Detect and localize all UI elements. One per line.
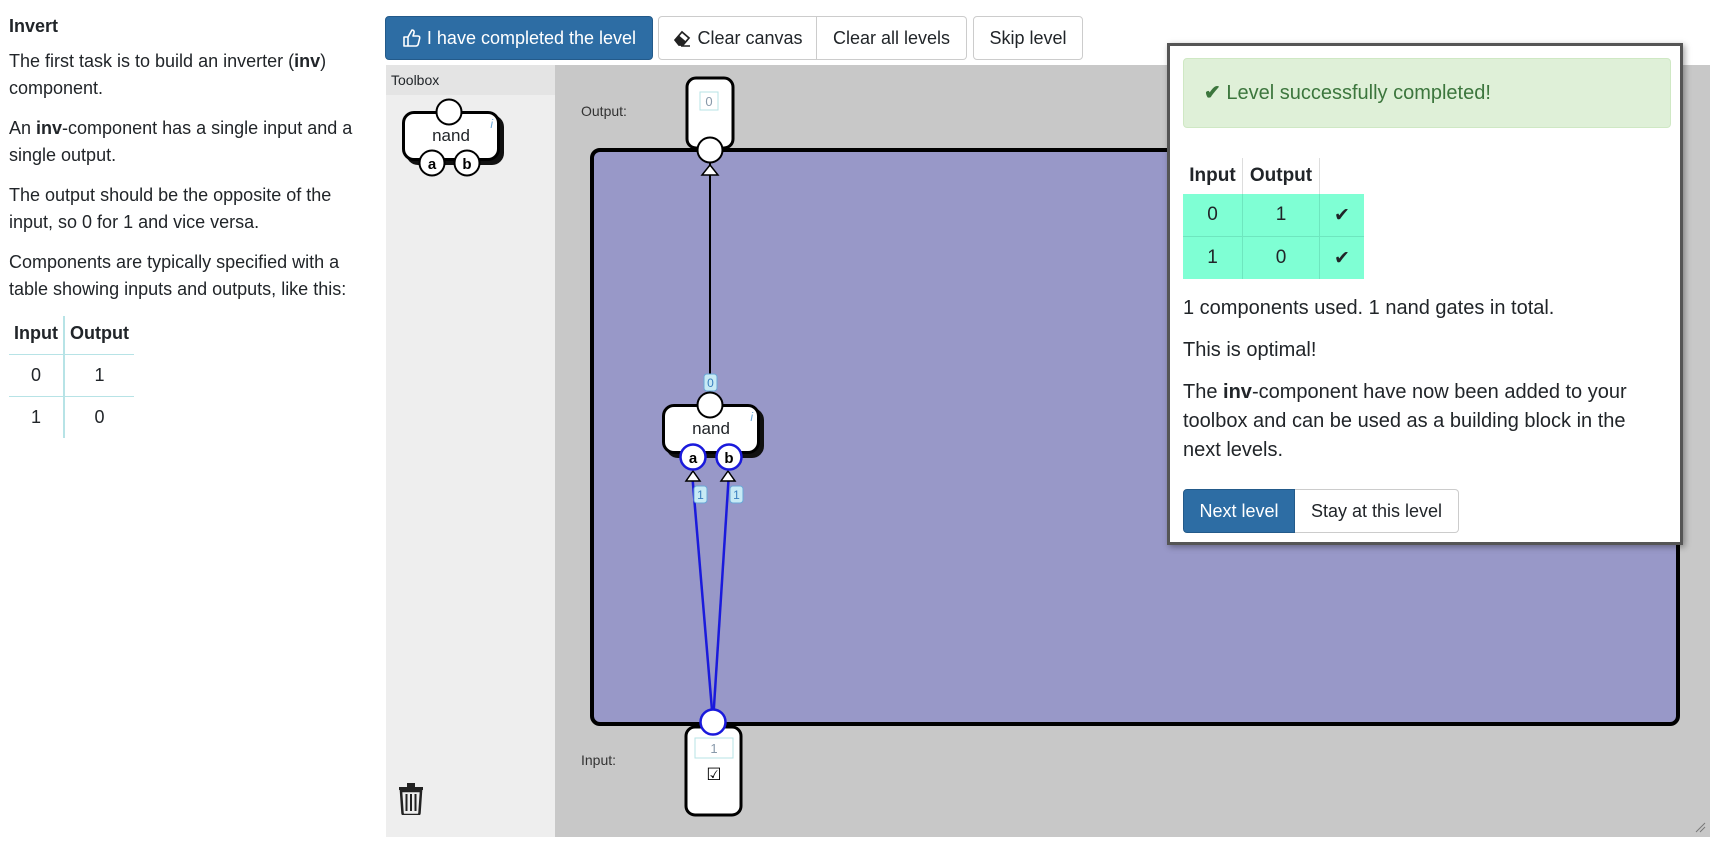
stats-text: 1 components used. 1 nand gates in total… [1183, 297, 1555, 319]
completed-level-button[interactable]: I have completed the level [385, 16, 653, 60]
truth-table-header-output: Output [62, 316, 134, 355]
checkmark-icon: ✔ [1319, 236, 1364, 279]
result-header-input: Input [1183, 158, 1243, 194]
table-cell: 1 [30, 407, 41, 427]
added-text-part: The [1183, 381, 1224, 403]
table-cell: 0 [30, 365, 41, 385]
clear-all-levels-label: Clear all levels [832, 27, 951, 48]
truth-table-header: Input Output [9, 316, 134, 355]
truth-table: Input Output 0 1 1 0 [9, 316, 134, 438]
output-value: 0 [705, 94, 712, 109]
toolbox: Toolbox nand i a b [386, 65, 555, 837]
lesson-title: Invert [9, 16, 59, 36]
table-cell: 0 [62, 396, 134, 438]
checkmark-icon: ✔ [1319, 194, 1364, 237]
toolbox-gate-pins: a b [418, 98, 481, 177]
output-pin[interactable] [435, 98, 463, 126]
trash-icon[interactable] [398, 783, 424, 815]
lesson-bold-text: inv [294, 51, 321, 71]
clear-all-levels-button[interactable]: Clear all levels [817, 16, 967, 60]
level-complete-dialog: ✔ Level successfully completed! Input Ou… [1167, 43, 1683, 545]
completed-level-label: I have completed the level [426, 27, 637, 48]
pin-a-label: a [428, 156, 437, 173]
input-toggle-checkbox[interactable]: ☑ [706, 765, 721, 785]
table-row: 0 1 [9, 354, 134, 397]
lesson-paragraph-4: Components are typically specified with … [9, 252, 347, 299]
lesson-text: An [9, 118, 37, 138]
table-row: 1 0 [9, 396, 134, 438]
added-text: The inv-component have now been added to… [1183, 378, 1663, 465]
clear-canvas-label: Clear canvas [697, 27, 803, 48]
lesson-text: The first task is to build an inverter ( [9, 51, 295, 71]
result-table-header: Input Output [1183, 158, 1364, 194]
lesson-paragraph-1: The first task is to build an inverter (… [9, 48, 374, 102]
clear-canvas-button[interactable]: Clear canvas [658, 16, 817, 60]
pin-b-label: b [724, 450, 733, 467]
gate-output-pin[interactable] [696, 391, 724, 419]
table-row: 1 0 ✔ [1183, 236, 1364, 279]
table-cell: 1 [62, 354, 134, 397]
table-cell: 1 [1242, 194, 1320, 237]
thumbs-up-icon [403, 29, 421, 47]
eraser-icon [674, 30, 691, 47]
lesson-bold-text: inv [36, 118, 63, 138]
result-table: Input Output 0 1 ✔ 1 0 ✔ [1183, 158, 1364, 279]
check-icon: ✔ [1204, 82, 1221, 104]
optimal-text: This is optimal! [1183, 339, 1317, 361]
resize-handle-icon[interactable] [1694, 821, 1706, 833]
pin-b-label: b [462, 156, 471, 173]
input-connector[interactable] [699, 708, 727, 736]
lesson-paragraph-3: The output should be the opposite of the… [9, 185, 332, 232]
skip-level-label: Skip level [989, 27, 1067, 48]
added-text-bold: inv [1223, 381, 1252, 403]
input-value: 1 [710, 741, 717, 756]
result-header-check [1320, 158, 1365, 194]
canvas-gate-pins: a b [679, 391, 743, 471]
lesson-panel: Invert The first task is to build an inv… [9, 14, 374, 438]
truth-table-header-input: Input [14, 323, 58, 343]
pin-a-label: a [689, 450, 698, 467]
skip-level-button[interactable]: Skip level [973, 16, 1083, 60]
stay-level-button[interactable]: Stay at this level [1295, 489, 1459, 533]
lesson-paragraph-2: An inv-component has a single input and … [9, 115, 374, 169]
table-cell: 1 [1183, 236, 1243, 279]
result-header-output: Output [1242, 158, 1320, 194]
success-alert: ✔ Level successfully completed! [1183, 58, 1671, 128]
table-row: 0 1 ✔ [1183, 194, 1364, 237]
next-level-button[interactable]: Next level [1183, 489, 1295, 533]
success-message: Level successfully completed! [1226, 82, 1491, 104]
table-cell: 0 [1183, 194, 1243, 237]
table-cell: 0 [1242, 236, 1320, 279]
output-connector[interactable] [696, 136, 724, 164]
